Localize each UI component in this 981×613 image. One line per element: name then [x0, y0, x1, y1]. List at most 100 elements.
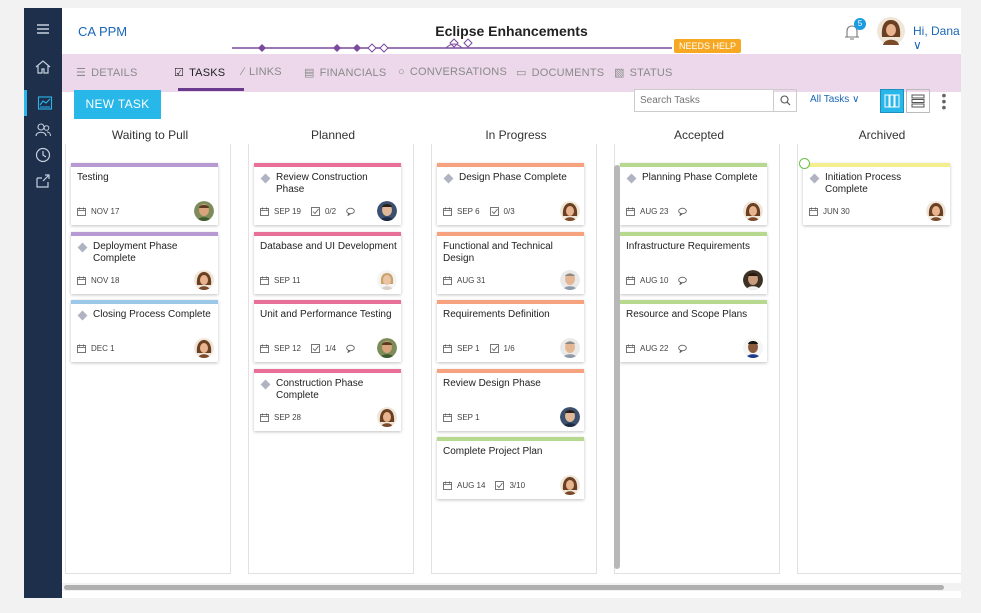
- assignee-avatar[interactable]: [560, 338, 580, 358]
- board-column: Review Construction Phase SEP 19 0/2 Databa…: [248, 144, 414, 574]
- tab-details[interactable]: ☰ DETAILS: [76, 66, 138, 79]
- checklist-icon: [489, 207, 499, 216]
- task-card[interactable]: Requirements Definition SEP 1 1/6: [437, 300, 584, 362]
- calendar-icon: [626, 344, 635, 353]
- task-meta: JUN 30: [809, 207, 860, 216]
- tab-conversations[interactable]: ○ CONVERSATIONS: [398, 66, 507, 78]
- calendar-icon: [260, 276, 269, 285]
- task-due-date: AUG 10: [640, 275, 669, 285]
- tab-documents[interactable]: ▭ DOCUMENTS: [516, 66, 604, 79]
- task-card[interactable]: Unit and Performance Testing SEP 12 1/4: [254, 300, 401, 362]
- assignee-avatar[interactable]: [926, 201, 946, 221]
- search-icon: [779, 95, 790, 106]
- task-title: Unit and Performance Testing: [260, 309, 392, 320]
- task-filter-dropdown[interactable]: All Tasks ∨: [810, 94, 859, 105]
- task-meta: SEP 19 0/2: [260, 207, 370, 216]
- tab-label: DOCUMENTS: [531, 67, 605, 79]
- export-icon[interactable]: [24, 168, 62, 194]
- task-checklist-count: 0/3: [503, 207, 515, 216]
- menu-icon[interactable]: [24, 16, 62, 42]
- task-card[interactable]: Infrastructure Requirements AUG 10: [620, 231, 767, 294]
- calendar-icon: [77, 207, 86, 216]
- task-card[interactable]: Planning Phase Complete AUG 23: [620, 163, 767, 225]
- board-scrollbar[interactable]: [64, 585, 944, 590]
- tab-tasks[interactable]: ☑ TASKS: [174, 66, 225, 79]
- milestone-icon: [626, 173, 637, 184]
- task-title: Construction Phase Complete: [276, 377, 364, 401]
- task-card[interactable]: Initiation Process Complete JUN 30: [799, 158, 950, 225]
- task-meta: AUG 14 3/10: [443, 481, 535, 490]
- assignee-avatar[interactable]: [194, 269, 214, 290]
- clock-icon[interactable]: [24, 142, 62, 168]
- assignee-avatar[interactable]: [377, 406, 397, 427]
- task-due-date: JUN 30: [823, 207, 850, 216]
- task-card[interactable]: Closing Process Complete DEC 1: [71, 300, 218, 362]
- search-button[interactable]: [774, 89, 797, 112]
- task-card[interactable]: Construction Phase Complete SEP 28: [254, 368, 401, 431]
- task-meta: DEC 1: [77, 344, 125, 353]
- task-meta: AUG 23: [626, 207, 702, 216]
- task-card[interactable]: Functional and Technical Design AUG 31: [437, 231, 584, 294]
- more-options-icon[interactable]: • • •: [940, 88, 948, 114]
- assignee-avatar[interactable]: [194, 338, 214, 358]
- calendar-icon: [260, 207, 269, 216]
- task-card[interactable]: Complete Project Plan AUG 14 3/10: [437, 437, 584, 499]
- task-due-date: AUG 31: [457, 275, 486, 285]
- tab-links[interactable]: ∕ LINKS: [242, 66, 282, 78]
- chat-icon: ○: [398, 66, 405, 78]
- list-view-button[interactable]: [906, 89, 930, 113]
- task-meta: SEP 1: [443, 413, 490, 422]
- task-meta: NOV 17: [77, 207, 129, 216]
- task-meta: SEP 6 0/3: [443, 207, 525, 216]
- project-title: Eclipse Enhancements: [435, 23, 588, 39]
- home-icon[interactable]: [24, 54, 62, 80]
- list-icon: ☰: [76, 67, 87, 79]
- task-card[interactable]: Review Construction Phase SEP 19 0/2: [254, 163, 401, 225]
- analytics-icon[interactable]: [24, 90, 62, 116]
- greeting-text: Hi, Dana: [913, 24, 960, 38]
- task-title: Planning Phase Complete: [642, 172, 758, 183]
- task-due-date: AUG 14: [457, 481, 486, 490]
- task-checklist-count: 1/4: [324, 344, 337, 353]
- tab-status[interactable]: ▧ STATUS: [614, 66, 673, 79]
- assignee-avatar[interactable]: [377, 269, 397, 290]
- task-title: Testing: [77, 172, 109, 183]
- tab-financials[interactable]: ▤ FINANCIALS: [304, 66, 386, 79]
- chevron-down-icon: ∨: [852, 94, 860, 105]
- task-card[interactable]: Deployment Phase Complete NOV 18: [71, 231, 218, 294]
- board-view-icon: [884, 94, 900, 108]
- task-card[interactable]: Review Design Phase SEP 1: [437, 368, 584, 431]
- notification-count-badge: 5: [854, 18, 866, 30]
- milestone-icon: [443, 173, 454, 184]
- column-scrollbar[interactable]: [614, 165, 620, 569]
- task-title: Requirements Definition: [443, 309, 550, 320]
- user-avatar[interactable]: [877, 17, 905, 45]
- assignee-avatar[interactable]: [194, 201, 214, 221]
- board-view-button[interactable]: [880, 89, 904, 113]
- tab-label: FINANCIALS: [319, 67, 387, 79]
- tab-label: STATUS: [629, 67, 673, 79]
- search-input[interactable]: [634, 89, 774, 112]
- task-card[interactable]: Database and UI Development SEP 11: [254, 231, 401, 294]
- new-task-button[interactable]: NEW TASK: [74, 90, 161, 119]
- task-card[interactable]: Testing NOV 17: [71, 163, 218, 225]
- task-due-date: SEP 11: [274, 275, 301, 285]
- assignee-avatar[interactable]: [377, 201, 397, 221]
- task-card[interactable]: Design Phase Complete SEP 6 0/3: [437, 163, 584, 225]
- assignee-avatar[interactable]: [560, 201, 580, 221]
- user-menu[interactable]: Hi, Dana ∨: [913, 24, 961, 52]
- chevron-down-icon: ∨: [913, 38, 922, 52]
- assignee-avatar[interactable]: [743, 338, 763, 358]
- task-title: Infrastructure Requirements: [626, 240, 750, 252]
- task-title: Deployment Phase Complete: [93, 240, 178, 264]
- task-due-date: SEP 1: [457, 412, 480, 422]
- people-icon[interactable]: [24, 117, 62, 143]
- assignee-avatar[interactable]: [560, 269, 580, 290]
- assignee-avatar[interactable]: [743, 269, 763, 290]
- calendar-icon: [443, 481, 452, 490]
- assignee-avatar[interactable]: [560, 406, 580, 427]
- assignee-avatar[interactable]: [743, 201, 763, 221]
- assignee-avatar[interactable]: [377, 338, 397, 358]
- assignee-avatar[interactable]: [560, 475, 580, 495]
- task-card[interactable]: Resource and Scope Plans AUG 22: [620, 300, 767, 362]
